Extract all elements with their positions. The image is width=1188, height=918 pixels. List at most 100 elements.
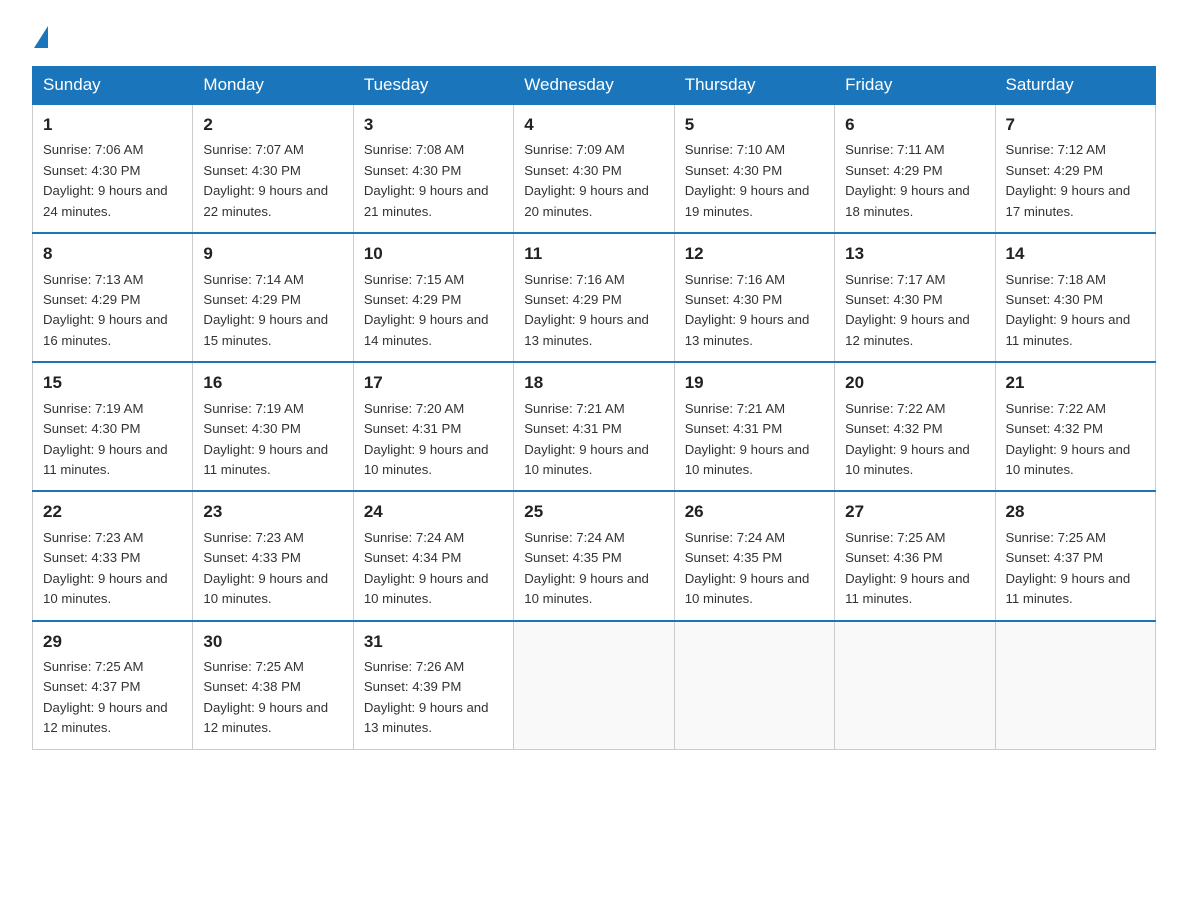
day-number: 18 <box>524 370 663 396</box>
day-info: Sunrise: 7:08 AMSunset: 4:30 PMDaylight:… <box>364 140 503 222</box>
calendar-day-cell: 29Sunrise: 7:25 AMSunset: 4:37 PMDayligh… <box>33 621 193 750</box>
calendar-day-cell: 16 Sunrise: 7:19 AMSunset: 4:30 PMDayligh… <box>193 362 353 491</box>
day-info: Sunrise: 7:22 AMSunset: 4:32 PMDaylight:… <box>845 399 984 481</box>
day-info: Sunrise: 7:06 AMSunset: 4:30 PMDaylight:… <box>43 140 182 222</box>
day-number: 30 <box>203 629 342 655</box>
day-info: Sunrise: 7:25 AMSunset: 4:37 PMDaylight:… <box>43 657 182 739</box>
calendar-week-row: 1Sunrise: 7:06 AMSunset: 4:30 PMDaylight… <box>33 104 1156 233</box>
calendar-table: SundayMondayTuesdayWednesdayThursdayFrid… <box>32 66 1156 750</box>
day-number: 6 <box>845 112 984 138</box>
day-number: 5 <box>685 112 824 138</box>
calendar-day-cell <box>514 621 674 750</box>
weekday-header-thursday: Thursday <box>674 67 834 105</box>
calendar-day-cell <box>835 621 995 750</box>
calendar-day-cell <box>995 621 1155 750</box>
calendar-day-cell: 28Sunrise: 7:25 AMSunset: 4:37 PMDayligh… <box>995 491 1155 620</box>
day-info: Sunrise: 7:07 AMSunset: 4:30 PMDaylight:… <box>203 140 342 222</box>
day-info: Sunrise: 7:17 AMSunset: 4:30 PMDaylight:… <box>845 270 984 352</box>
day-info: Sunrise: 7:15 AMSunset: 4:29 PMDaylight:… <box>364 270 503 352</box>
page-header <box>32 24 1156 48</box>
day-info: Sunrise: 7:19 AMSunset: 4:30 PMDaylight:… <box>203 399 342 481</box>
day-number: 10 <box>364 241 503 267</box>
day-number: 13 <box>845 241 984 267</box>
day-number: 23 <box>203 499 342 525</box>
day-info: Sunrise: 7:24 AMSunset: 4:35 PMDaylight:… <box>685 528 824 610</box>
day-info: Sunrise: 7:21 AMSunset: 4:31 PMDaylight:… <box>524 399 663 481</box>
weekday-header-saturday: Saturday <box>995 67 1155 105</box>
calendar-week-row: 8Sunrise: 7:13 AMSunset: 4:29 PMDaylight… <box>33 233 1156 362</box>
weekday-header-wednesday: Wednesday <box>514 67 674 105</box>
calendar-day-cell: 22 Sunrise: 7:23 AMSunset: 4:33 PMDayligh… <box>33 491 193 620</box>
day-info: Sunrise: 7:10 AMSunset: 4:30 PMDaylight:… <box>685 140 824 222</box>
calendar-week-row: 15 Sunrise: 7:19 AMSunset: 4:30 PMDayligh… <box>33 362 1156 491</box>
calendar-day-cell: 25 Sunrise: 7:24 AMSunset: 4:35 PMDayligh… <box>514 491 674 620</box>
calendar-day-cell: 21Sunrise: 7:22 AMSunset: 4:32 PMDayligh… <box>995 362 1155 491</box>
calendar-week-row: 22 Sunrise: 7:23 AMSunset: 4:33 PMDayligh… <box>33 491 1156 620</box>
weekday-header-sunday: Sunday <box>33 67 193 105</box>
day-info: Sunrise: 7:24 AMSunset: 4:34 PMDaylight:… <box>364 528 503 610</box>
day-number: 9 <box>203 241 342 267</box>
calendar-day-cell: 7Sunrise: 7:12 AMSunset: 4:29 PMDaylight… <box>995 104 1155 233</box>
day-number: 24 <box>364 499 503 525</box>
day-number: 4 <box>524 112 663 138</box>
calendar-day-cell <box>674 621 834 750</box>
calendar-day-cell: 6Sunrise: 7:11 AMSunset: 4:29 PMDaylight… <box>835 104 995 233</box>
day-info: Sunrise: 7:16 AMSunset: 4:29 PMDaylight:… <box>524 270 663 352</box>
calendar-day-cell: 10 Sunrise: 7:15 AMSunset: 4:29 PMDayligh… <box>353 233 513 362</box>
day-number: 26 <box>685 499 824 525</box>
day-number: 25 <box>524 499 663 525</box>
day-info: Sunrise: 7:24 AMSunset: 4:35 PMDaylight:… <box>524 528 663 610</box>
calendar-day-cell: 23 Sunrise: 7:23 AMSunset: 4:33 PMDayligh… <box>193 491 353 620</box>
day-info: Sunrise: 7:16 AMSunset: 4:30 PMDaylight:… <box>685 270 824 352</box>
day-number: 1 <box>43 112 182 138</box>
logo <box>32 24 48 48</box>
day-info: Sunrise: 7:09 AMSunset: 4:30 PMDaylight:… <box>524 140 663 222</box>
day-info: Sunrise: 7:19 AMSunset: 4:30 PMDaylight:… <box>43 399 182 481</box>
calendar-day-cell: 30Sunrise: 7:25 AMSunset: 4:38 PMDayligh… <box>193 621 353 750</box>
day-number: 27 <box>845 499 984 525</box>
day-number: 14 <box>1006 241 1145 267</box>
calendar-day-cell: 24 Sunrise: 7:24 AMSunset: 4:34 PMDayligh… <box>353 491 513 620</box>
day-info: Sunrise: 7:25 AMSunset: 4:36 PMDaylight:… <box>845 528 984 610</box>
day-info: Sunrise: 7:11 AMSunset: 4:29 PMDaylight:… <box>845 140 984 222</box>
calendar-day-cell: 8Sunrise: 7:13 AMSunset: 4:29 PMDaylight… <box>33 233 193 362</box>
day-number: 22 <box>43 499 182 525</box>
day-number: 16 <box>203 370 342 396</box>
day-number: 29 <box>43 629 182 655</box>
day-info: Sunrise: 7:26 AMSunset: 4:39 PMDaylight:… <box>364 657 503 739</box>
day-number: 28 <box>1006 499 1145 525</box>
day-number: 7 <box>1006 112 1145 138</box>
calendar-day-cell: 3Sunrise: 7:08 AMSunset: 4:30 PMDaylight… <box>353 104 513 233</box>
logo-triangle-icon <box>34 26 48 48</box>
calendar-day-cell: 15 Sunrise: 7:19 AMSunset: 4:30 PMDayligh… <box>33 362 193 491</box>
calendar-day-cell: 2Sunrise: 7:07 AMSunset: 4:30 PMDaylight… <box>193 104 353 233</box>
calendar-day-cell: 14 Sunrise: 7:18 AMSunset: 4:30 PMDayligh… <box>995 233 1155 362</box>
day-info: Sunrise: 7:18 AMSunset: 4:30 PMDaylight:… <box>1006 270 1145 352</box>
day-number: 15 <box>43 370 182 396</box>
calendar-day-cell: 20 Sunrise: 7:22 AMSunset: 4:32 PMDayligh… <box>835 362 995 491</box>
day-info: Sunrise: 7:14 AMSunset: 4:29 PMDaylight:… <box>203 270 342 352</box>
day-info: Sunrise: 7:13 AMSunset: 4:29 PMDaylight:… <box>43 270 182 352</box>
day-number: 3 <box>364 112 503 138</box>
calendar-day-cell: 12 Sunrise: 7:16 AMSunset: 4:30 PMDayligh… <box>674 233 834 362</box>
calendar-day-cell: 17Sunrise: 7:20 AMSunset: 4:31 PMDayligh… <box>353 362 513 491</box>
calendar-day-cell: 9 Sunrise: 7:14 AMSunset: 4:29 PMDaylight… <box>193 233 353 362</box>
calendar-day-cell: 26 Sunrise: 7:24 AMSunset: 4:35 PMDayligh… <box>674 491 834 620</box>
day-number: 20 <box>845 370 984 396</box>
day-number: 11 <box>524 241 663 267</box>
weekday-header-friday: Friday <box>835 67 995 105</box>
day-number: 31 <box>364 629 503 655</box>
day-info: Sunrise: 7:23 AMSunset: 4:33 PMDaylight:… <box>43 528 182 610</box>
day-number: 12 <box>685 241 824 267</box>
day-info: Sunrise: 7:20 AMSunset: 4:31 PMDaylight:… <box>364 399 503 481</box>
day-info: Sunrise: 7:22 AMSunset: 4:32 PMDaylight:… <box>1006 399 1145 481</box>
day-info: Sunrise: 7:23 AMSunset: 4:33 PMDaylight:… <box>203 528 342 610</box>
calendar-day-cell: 13 Sunrise: 7:17 AMSunset: 4:30 PMDayligh… <box>835 233 995 362</box>
calendar-day-cell: 1Sunrise: 7:06 AMSunset: 4:30 PMDaylight… <box>33 104 193 233</box>
weekday-header-monday: Monday <box>193 67 353 105</box>
day-number: 19 <box>685 370 824 396</box>
day-info: Sunrise: 7:25 AMSunset: 4:38 PMDaylight:… <box>203 657 342 739</box>
calendar-day-cell: 4Sunrise: 7:09 AMSunset: 4:30 PMDaylight… <box>514 104 674 233</box>
calendar-day-cell: 19Sunrise: 7:21 AMSunset: 4:31 PMDayligh… <box>674 362 834 491</box>
calendar-day-cell: 11 Sunrise: 7:16 AMSunset: 4:29 PMDayligh… <box>514 233 674 362</box>
